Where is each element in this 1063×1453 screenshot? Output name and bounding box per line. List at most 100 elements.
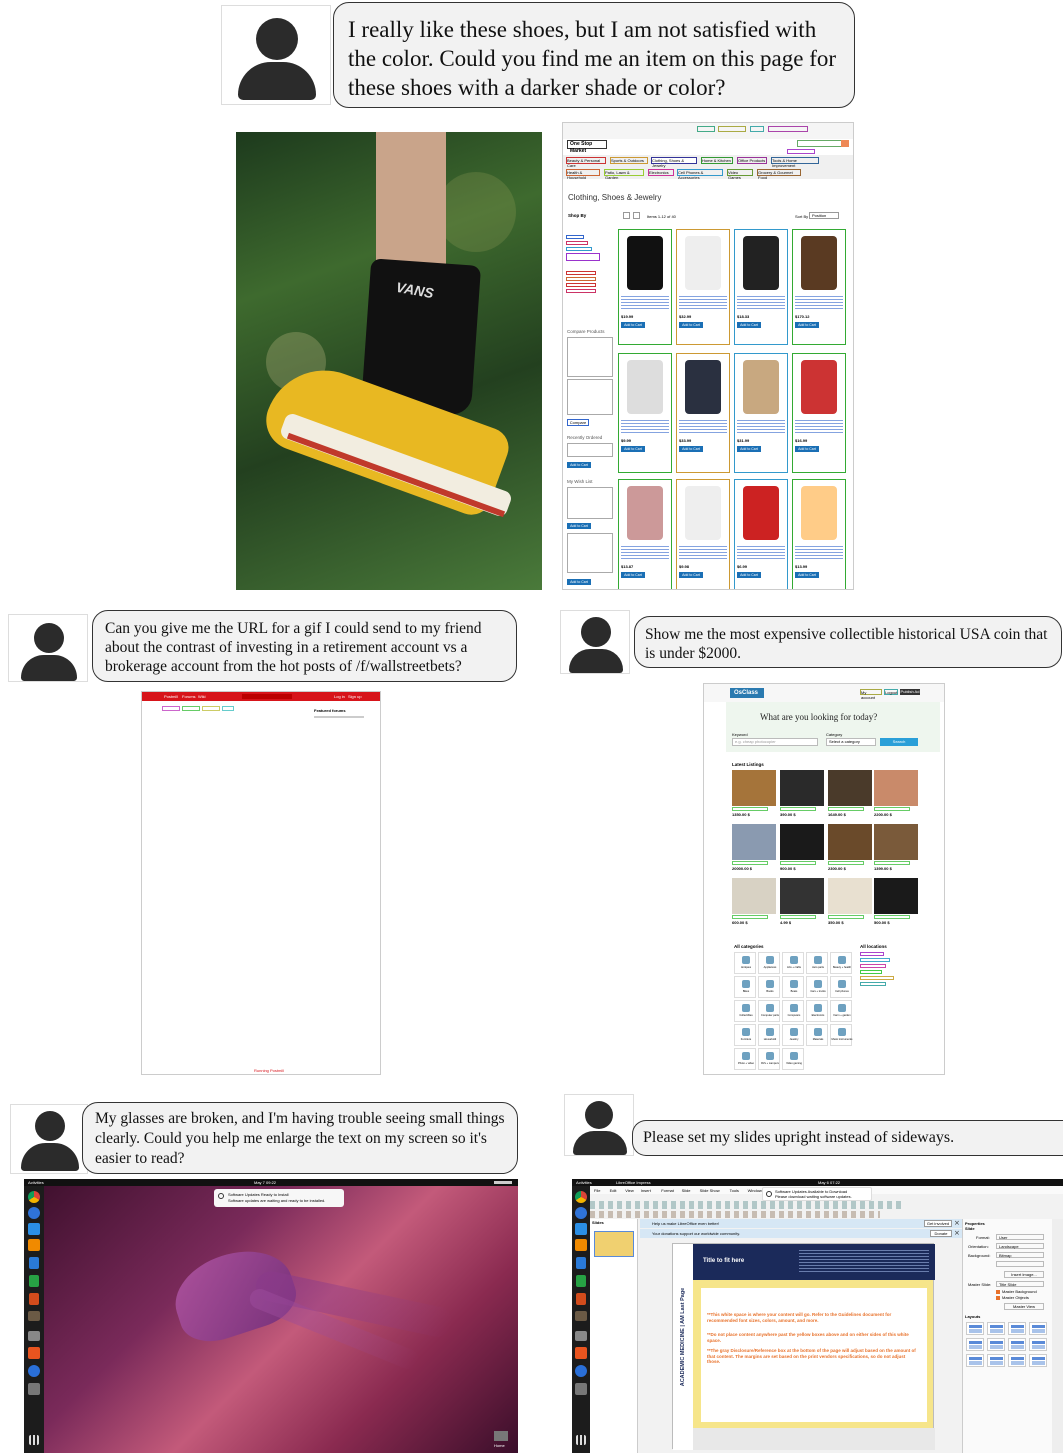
grid-view-icon[interactable] xyxy=(623,212,630,219)
add-to-cart-button[interactable]: Add to Cart xyxy=(621,572,645,578)
layout-thumbnail[interactable] xyxy=(1029,1354,1047,1367)
product-title[interactable] xyxy=(737,420,785,434)
menu-item[interactable]: File xyxy=(594,1188,600,1193)
publish-ad-button[interactable]: Publish Ad xyxy=(900,689,920,695)
nav-item[interactable]: Electronics xyxy=(648,169,674,176)
slide-section[interactable]: Slide xyxy=(965,1226,975,1231)
listing-card[interactable]: 600.00 $ xyxy=(732,878,776,928)
product-card[interactable]: $9.98 Add to Cart xyxy=(676,479,730,589)
layout-thumbnail[interactable] xyxy=(987,1338,1005,1351)
category-tile[interactable]: Computer parts xyxy=(758,1000,780,1022)
category-tile[interactable]: Beauty + health xyxy=(830,952,852,974)
listing-image[interactable] xyxy=(874,878,918,914)
listing-image[interactable] xyxy=(732,770,776,806)
software-icon[interactable] xyxy=(575,1347,587,1359)
master-view-button[interactable]: Master View xyxy=(1004,1303,1044,1310)
listing-card[interactable]: 390.00 $ xyxy=(780,770,824,820)
menu-item[interactable]: Insert xyxy=(641,1188,651,1193)
product-title[interactable] xyxy=(795,420,843,434)
nav-item[interactable]: Patio, Lawn & Garden xyxy=(604,169,644,180)
writer-icon[interactable] xyxy=(576,1257,586,1269)
shop-logo[interactable]: One Stop Market xyxy=(567,140,607,154)
add-to-cart-button[interactable]: Add to Cart xyxy=(795,572,819,578)
layout-thumbnail[interactable] xyxy=(1029,1322,1047,1335)
listing-title[interactable] xyxy=(874,807,910,811)
listing-title[interactable] xyxy=(828,915,864,919)
activities-button[interactable]: Activities xyxy=(28,1180,44,1185)
nav-item[interactable]: Tools & Home Improvement xyxy=(771,157,819,168)
help-icon[interactable] xyxy=(28,1365,40,1377)
product-card[interactable]: $19.99 Add to Cart xyxy=(618,229,672,345)
product-image[interactable] xyxy=(743,486,779,540)
product-image[interactable] xyxy=(627,360,663,414)
listing-title[interactable] xyxy=(828,807,864,811)
product-title[interactable] xyxy=(737,296,785,310)
product-image[interactable] xyxy=(801,236,837,290)
category-tile[interactable]: Furniture xyxy=(734,1024,756,1046)
listing-card[interactable]: 1649.00 $ xyxy=(828,770,872,820)
clock[interactable]: May 6 07:22 xyxy=(818,1180,840,1185)
osclass-logo[interactable]: OsClass xyxy=(730,688,764,698)
close-icon[interactable]: × xyxy=(954,1230,960,1237)
standard-toolbar[interactable] xyxy=(590,1201,905,1209)
category-tile[interactable]: RVs + campers xyxy=(758,1048,780,1070)
home-folder-label[interactable]: Home xyxy=(494,1443,505,1448)
add-to-cart-button[interactable]: Add to Cart xyxy=(567,579,591,585)
product-card[interactable]: $31.99 Add to Cart xyxy=(734,353,788,473)
background-image-select[interactable] xyxy=(996,1261,1044,1267)
category-tile[interactable]: Computers xyxy=(782,1000,804,1022)
listing-image[interactable] xyxy=(780,770,824,806)
listing-card[interactable]: 4.99 $ xyxy=(780,878,824,928)
vlc-icon[interactable] xyxy=(575,1239,587,1251)
listing-card[interactable]: 900.00 $ xyxy=(780,824,824,874)
nav-item[interactable]: Home & Kitchen xyxy=(701,157,733,164)
product-card[interactable]: $13.99 Add to Cart xyxy=(792,479,846,589)
slide-body-text[interactable]: **This white space is where your content… xyxy=(707,1312,917,1323)
get-involved-button[interactable]: Get involved xyxy=(924,1220,952,1227)
forum-tab[interactable]: Postmill xyxy=(164,694,178,699)
trash-icon[interactable] xyxy=(575,1383,587,1395)
menu-item[interactable]: View xyxy=(625,1188,634,1193)
slide-body-text[interactable]: **The gray Disclosure/Reference box at t… xyxy=(707,1348,917,1365)
calc-icon[interactable] xyxy=(29,1275,39,1287)
listing-title[interactable] xyxy=(780,915,816,919)
product-card[interactable]: $13.87 Add to Cart xyxy=(618,479,672,589)
clock[interactable]: May 7 09:22 xyxy=(254,1180,276,1185)
listing-title[interactable] xyxy=(874,861,910,865)
thunderbird-icon[interactable] xyxy=(575,1207,587,1219)
menu-item[interactable]: Edit xyxy=(610,1188,617,1193)
listing-image[interactable] xyxy=(732,878,776,914)
product-title[interactable] xyxy=(621,546,669,560)
product-image[interactable] xyxy=(801,486,837,540)
calc-icon[interactable] xyxy=(576,1275,586,1287)
category-tile[interactable]: Arts + crafts xyxy=(782,952,804,974)
add-to-cart-button[interactable]: Add to Cart xyxy=(679,322,703,328)
category-tile[interactable]: Collectibles xyxy=(734,1000,756,1022)
nav-item[interactable]: Beauty & Personal Care xyxy=(566,157,606,168)
category-tile[interactable]: Bikes xyxy=(734,976,756,998)
menu-item[interactable]: Tools xyxy=(730,1188,739,1193)
menu-item[interactable]: Window xyxy=(748,1188,762,1193)
product-title[interactable] xyxy=(795,296,843,310)
slide-canvas[interactable]: Title to fit here ACADEMIC MEDICINE | AM… xyxy=(672,1243,935,1450)
listing-image[interactable] xyxy=(874,770,918,806)
checkbox[interactable] xyxy=(996,1290,1000,1294)
layout-thumbnail[interactable] xyxy=(966,1322,984,1335)
category-tile[interactable]: Cell phones xyxy=(830,976,852,998)
nav-item[interactable]: Office Products xyxy=(737,157,767,164)
writer-icon[interactable] xyxy=(29,1257,39,1269)
files-icon[interactable] xyxy=(28,1331,40,1341)
listing-title[interactable] xyxy=(780,861,816,865)
forum-tab[interactable]: Wiki xyxy=(198,694,206,699)
vscode-icon[interactable] xyxy=(575,1223,587,1235)
apps-grid-icon[interactable] xyxy=(29,1435,39,1445)
layout-thumbnail[interactable] xyxy=(1029,1338,1047,1351)
signup-link[interactable]: Sign up xyxy=(348,694,362,699)
listing-title[interactable] xyxy=(732,861,768,865)
product-card[interactable]: $32.99 Add to Cart xyxy=(676,229,730,345)
layouts-section[interactable]: Layouts xyxy=(965,1314,980,1319)
master-background-checkbox[interactable]: Master Background xyxy=(1002,1289,1037,1294)
category-tile[interactable]: Electronics xyxy=(806,1000,828,1022)
cart-icon[interactable] xyxy=(841,140,849,147)
software-icon[interactable] xyxy=(28,1347,40,1359)
